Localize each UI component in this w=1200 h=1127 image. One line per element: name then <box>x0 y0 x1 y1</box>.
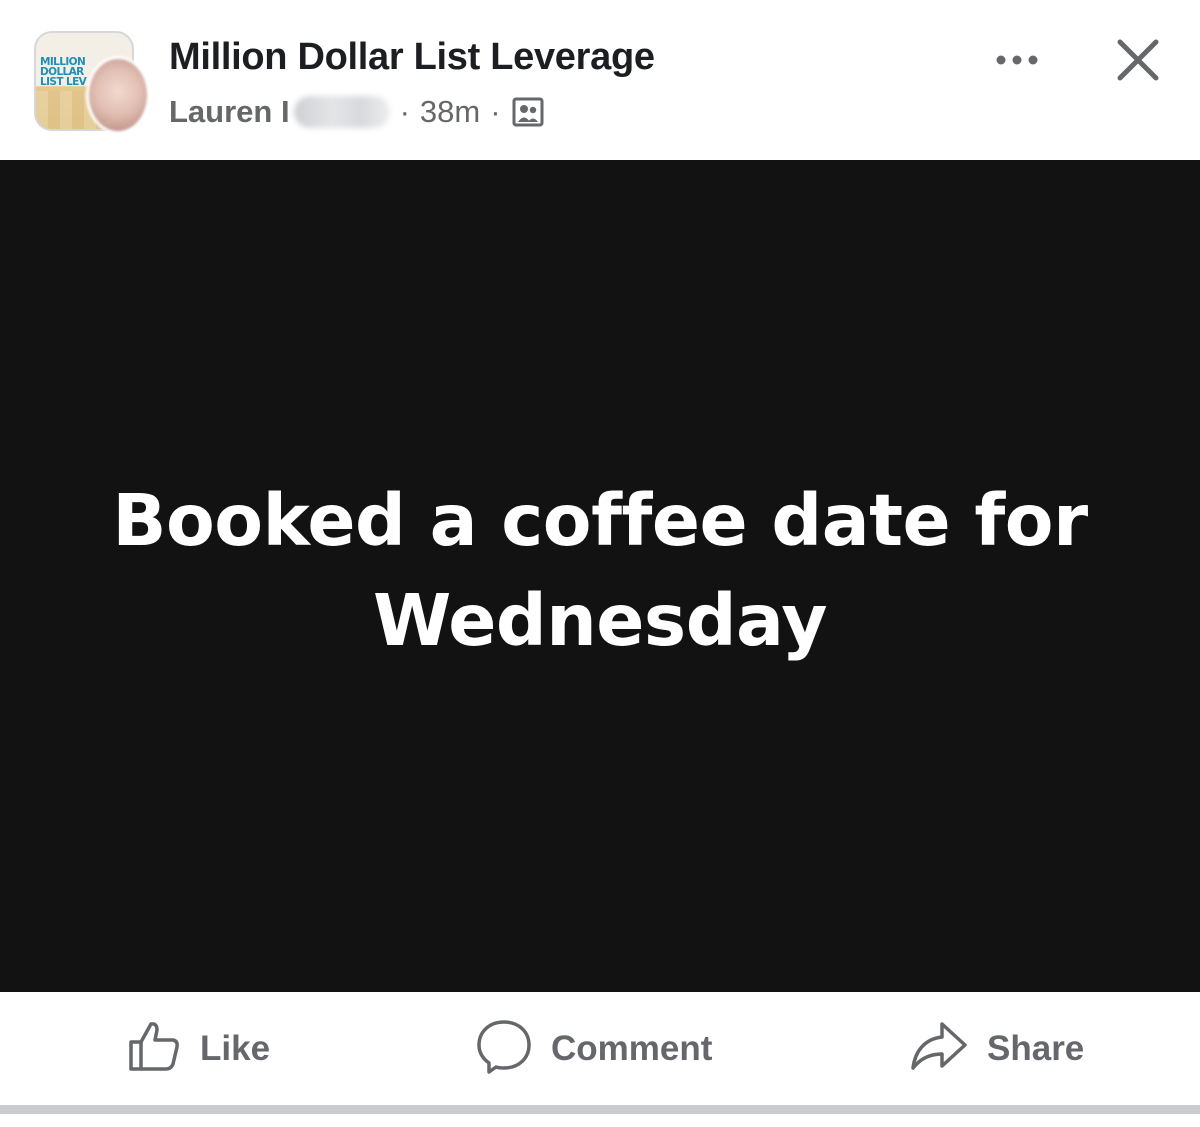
close-button[interactable] <box>1112 36 1164 88</box>
close-icon <box>1115 37 1161 88</box>
meta-separator: · <box>399 94 410 129</box>
like-button[interactable]: Like <box>126 992 270 1105</box>
thumbs-up-icon <box>126 1018 182 1079</box>
more-horizontal-icon <box>993 53 1041 72</box>
like-label: Like <box>200 1028 271 1068</box>
share-button[interactable]: Share <box>909 992 1084 1105</box>
meta-separator: · <box>490 94 501 129</box>
post-action-bar: Like Comment Share <box>0 992 1200 1105</box>
more-options-button[interactable] <box>990 44 1044 80</box>
comment-button[interactable]: Comment <box>475 992 712 1105</box>
comment-bubble-icon <box>475 1017 533 1080</box>
author-avatar[interactable] <box>86 56 150 134</box>
feed-divider <box>0 1105 1200 1114</box>
post-image-text: Booked a coffee date for Wednesday <box>112 479 1088 662</box>
feed-gap <box>0 1114 1200 1127</box>
group-name[interactable]: Million Dollar List Leverage <box>169 36 655 79</box>
post-timestamp[interactable]: 38m <box>420 94 480 130</box>
author-name[interactable]: Lauren I <box>169 94 290 130</box>
group-members-icon <box>511 96 545 128</box>
comment-label: Comment <box>551 1028 713 1068</box>
share-arrow-icon <box>909 1018 969 1079</box>
post-header: MILLION DOLLAR LIST LEV Million Dollar L… <box>0 0 1200 160</box>
post-meta: Lauren I · 38m · <box>169 92 545 132</box>
share-label: Share <box>987 1028 1085 1068</box>
author-name-redacted <box>293 96 390 128</box>
